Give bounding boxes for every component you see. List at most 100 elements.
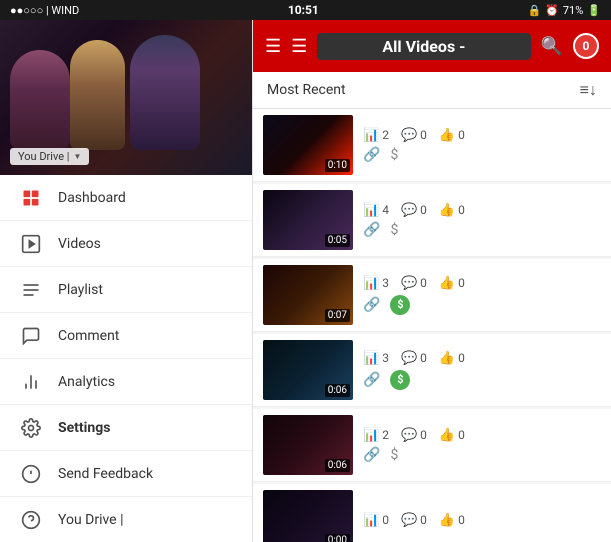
likes-icon: 👍 xyxy=(439,428,455,443)
sort-icon[interactable]: ≡↓ xyxy=(580,80,597,100)
comments-count: 0 xyxy=(420,203,427,217)
top-bar: ☰ ☰ All Videos - 🔍 0 xyxy=(253,20,611,72)
character-3 xyxy=(130,35,200,150)
views-count: 2 xyxy=(382,428,389,442)
likes-stat: 👍 0 xyxy=(439,428,465,443)
link-icon[interactable]: 🔗 xyxy=(363,297,380,313)
comment-icon xyxy=(20,325,42,347)
views-stat: 📊 3 xyxy=(363,351,389,366)
sidebar-item-label: Send Feedback xyxy=(58,466,153,482)
video-actions: 🔗 $ xyxy=(363,447,601,463)
views-icon: 📊 xyxy=(363,428,379,443)
video-stats: 📊 3 💬 0 👍 0 xyxy=(363,351,601,366)
comments-count: 0 xyxy=(420,513,427,527)
video-actions: 🔗 $ xyxy=(363,222,601,238)
sidebar-item-playlist[interactable]: Playlist xyxy=(0,267,252,313)
video-stats: 📊 2 💬 0 👍 0 xyxy=(363,128,601,143)
comments-count: 0 xyxy=(420,276,427,290)
sidebar-item-videos[interactable]: Videos xyxy=(0,221,252,267)
comments-icon: 💬 xyxy=(401,513,417,528)
channel-name-bar[interactable]: You Drive | ▼ xyxy=(10,148,89,165)
video-item: 0:05 📊 4 💬 0 👍 0 xyxy=(253,184,611,257)
lock-icon: 🔒 xyxy=(527,4,541,17)
video-duration: 0:07 xyxy=(325,309,350,322)
video-meta: 📊 3 💬 0 👍 0 🔗 $ xyxy=(363,351,601,390)
link-icon[interactable]: 🔗 xyxy=(363,447,380,463)
sidebar-item-you-drive[interactable]: You Drive | xyxy=(0,497,252,542)
monetize-icon-active[interactable]: $ xyxy=(390,295,410,315)
page-title: All Videos - xyxy=(317,33,530,60)
likes-count: 0 xyxy=(458,513,465,527)
video-thumbnail[interactable]: 0:10 xyxy=(263,115,353,175)
comments-count: 0 xyxy=(420,428,427,442)
channel-name-label: You Drive | xyxy=(18,150,69,163)
comments-count: 0 xyxy=(420,351,427,365)
notification-badge[interactable]: 0 xyxy=(573,33,599,59)
views-stat: 📊 3 xyxy=(363,276,389,291)
comments-stat: 💬 0 xyxy=(401,128,427,143)
video-item: 0:10 📊 2 💬 0 👍 0 xyxy=(253,109,611,182)
battery-icon: 🔋 xyxy=(587,4,601,17)
comments-count: 0 xyxy=(420,128,427,142)
likes-icon: 👍 xyxy=(439,276,455,291)
monetize-icon[interactable]: $ xyxy=(390,222,398,238)
likes-count: 0 xyxy=(458,128,465,142)
video-duration: 0:10 xyxy=(325,159,350,172)
link-icon[interactable]: 🔗 xyxy=(363,372,380,388)
sidebar-item-label: Dashboard xyxy=(58,190,126,206)
right-panel: ☰ ☰ All Videos - 🔍 0 Most Recent ≡↓ 0:10 xyxy=(253,20,611,542)
video-thumbnail[interactable]: 0:06 xyxy=(263,340,353,400)
views-stat: 📊 0 xyxy=(363,513,389,528)
search-icon[interactable]: 🔍 xyxy=(541,36,563,57)
menu-icon[interactable]: ☰ xyxy=(265,36,281,57)
video-thumbnail[interactable]: 0:05 xyxy=(263,190,353,250)
likes-icon: 👍 xyxy=(439,351,455,366)
video-meta: 📊 0 💬 0 👍 0 xyxy=(363,513,601,528)
comments-icon: 💬 xyxy=(401,428,417,443)
video-meta: 📊 2 💬 0 👍 0 🔗 $ xyxy=(363,128,601,163)
video-item: 0:00 📊 0 💬 0 👍 0 xyxy=(253,484,611,542)
video-meta: 📊 3 💬 0 👍 0 🔗 $ xyxy=(363,276,601,315)
views-count: 0 xyxy=(382,513,389,527)
likes-icon: 👍 xyxy=(439,203,455,218)
sidebar-item-analytics[interactable]: Analytics xyxy=(0,359,252,405)
video-duration: 0:05 xyxy=(325,234,350,247)
monetize-icon-active[interactable]: $ xyxy=(390,370,410,390)
bar-chart-icon xyxy=(20,371,42,393)
video-thumbnail[interactable]: 0:07 xyxy=(263,265,353,325)
views-icon: 📊 xyxy=(363,513,379,528)
views-count: 3 xyxy=(382,276,389,290)
link-icon[interactable]: 🔗 xyxy=(363,222,380,238)
sidebar-item-dashboard[interactable]: Dashboard xyxy=(0,175,252,221)
hamburger2-icon[interactable]: ☰ xyxy=(291,36,307,57)
sidebar-item-label: Playlist xyxy=(58,282,103,298)
views-count: 4 xyxy=(382,203,389,217)
monetize-icon[interactable]: $ xyxy=(390,447,398,463)
video-duration: 0:06 xyxy=(325,384,350,397)
video-thumbnail[interactable]: 0:00 xyxy=(263,490,353,542)
sidebar-item-label: Settings xyxy=(58,420,110,436)
question-icon xyxy=(20,509,42,531)
comments-stat: 💬 0 xyxy=(401,351,427,366)
list-icon xyxy=(20,279,42,301)
status-icons: 🔒 ⏰ 71% 🔋 xyxy=(527,4,601,17)
sidebar-item-send-feedback[interactable]: Send Feedback xyxy=(0,451,252,497)
views-count: 2 xyxy=(382,128,389,142)
comments-icon: 💬 xyxy=(401,351,417,366)
sidebar-item-comment[interactable]: Comment xyxy=(0,313,252,359)
video-stats: 📊 4 💬 0 👍 0 xyxy=(363,203,601,218)
sidebar-item-label: You Drive | xyxy=(58,512,123,528)
video-thumbnail[interactable]: 0:06 xyxy=(263,415,353,475)
comments-icon: 💬 xyxy=(401,128,417,143)
likes-stat: 👍 0 xyxy=(439,203,465,218)
views-icon: 📊 xyxy=(363,128,379,143)
video-actions: 🔗 $ xyxy=(363,370,601,390)
sidebar-item-label: Analytics xyxy=(58,374,115,390)
sidebar-nav: Dashboard Videos Playlist xyxy=(0,175,252,542)
status-bar: ●●○○○ | WIND 10:51 🔒 ⏰ 71% 🔋 xyxy=(0,0,611,20)
views-icon: 📊 xyxy=(363,203,379,218)
alarm-icon: ⏰ xyxy=(545,4,559,17)
sidebar-item-settings[interactable]: Settings xyxy=(0,405,252,451)
link-icon[interactable]: 🔗 xyxy=(363,147,380,163)
monetize-icon[interactable]: $ xyxy=(390,147,398,163)
